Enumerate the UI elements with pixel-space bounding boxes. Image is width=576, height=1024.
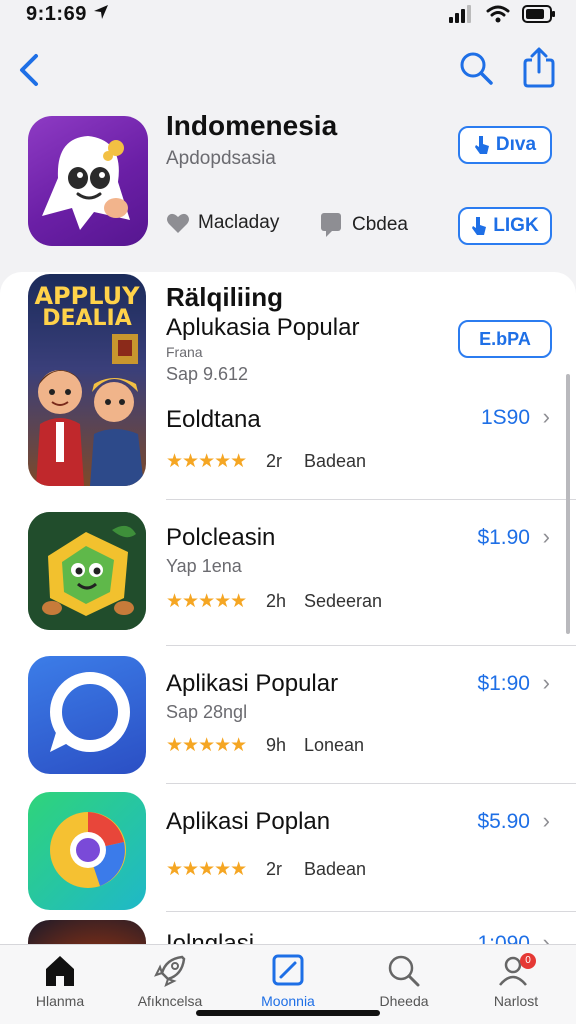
rating-count: 2r — [266, 859, 283, 879]
chevron-right-icon[interactable]: › — [543, 404, 550, 430]
featured-secondary-title: Eoldtana — [166, 406, 261, 433]
battery-icon — [522, 5, 555, 23]
tab-home-label: Hlanma — [35, 993, 85, 1009]
star-rating: ★★★★★ — [166, 735, 247, 756]
heart-icon — [167, 213, 189, 233]
back-chevron-icon[interactable] — [14, 50, 44, 90]
hand-pointer-icon — [472, 217, 487, 235]
app-thumbnail-chat — [28, 656, 146, 774]
hand-pointer-icon — [474, 136, 489, 154]
location-arrow-icon — [94, 5, 108, 19]
search-icon[interactable] — [458, 50, 494, 86]
app-list: APPLUY DEALIA Rälqiliing Aplukasia Popul… — [0, 272, 576, 952]
cartoon-characters-icon — [36, 334, 144, 486]
item-title: Polcleasin — [166, 524, 276, 551]
apps-icon — [272, 954, 304, 986]
featured-size: Sap 9.612 — [166, 364, 249, 384]
rating-label: Badean — [304, 451, 367, 471]
tab-profile[interactable]: 0 Narlost — [466, 953, 566, 1009]
featured-price[interactable]: 1S90 — [481, 406, 530, 430]
star-rating: ★★★★★ — [166, 859, 247, 880]
list-item[interactable]: Polcleasin Yap 1ena $1.90 › ★★★★★ 2h Sed… — [0, 500, 576, 646]
notification-badge: 0 — [520, 953, 536, 969]
item-subtitle: Sap 28ngl — [166, 702, 248, 722]
meta-comments-label: Cbdea — [352, 214, 408, 235]
item-subtitle: Yap 1ena — [166, 556, 242, 576]
chevron-right-icon[interactable]: › — [543, 524, 550, 550]
featured-subtitle: Aplukasia Popular — [166, 314, 360, 341]
scrollbar[interactable] — [566, 374, 570, 634]
item-title: Aplikasi Poplan — [166, 808, 331, 835]
rating-count: 2h — [266, 591, 287, 611]
rating-count: 2r — [266, 451, 283, 471]
list-item[interactable]: Aplikasi Poplan $5.90 › ★★★★★ 2r Badean — [0, 784, 576, 912]
rating-label: Sedeeran — [304, 591, 383, 611]
app-thumbnail-leaf — [28, 512, 146, 630]
chevron-right-icon[interactable]: › — [543, 670, 550, 696]
list-item[interactable]: Aplikasi Popular Sap 28ngl $1:90 › ★★★★★… — [0, 646, 576, 784]
status-indicators — [448, 5, 556, 23]
app-title: Indomenesia — [166, 110, 338, 141]
chat-bubble-icon — [50, 672, 130, 752]
star-rating: ★★★★★ — [166, 591, 247, 612]
item-price[interactable]: $1:90 — [477, 672, 530, 696]
item-price[interactable]: $1.90 — [477, 526, 530, 550]
rating-count: 9h — [266, 735, 287, 755]
app-thumbnail-swirl — [28, 792, 146, 910]
status-bar: 9:1:69 — [0, 0, 576, 34]
rating-label: Badean — [304, 859, 367, 879]
home-indicator[interactable] — [196, 1010, 380, 1016]
share-icon[interactable] — [522, 46, 556, 88]
tab-profile-label: Narlost — [493, 993, 539, 1009]
meta-comments[interactable]: Cbdea — [320, 212, 408, 238]
tab-rocket-label: Afıkncelsa — [137, 993, 203, 1009]
featured-title: Rälqiliing — [166, 282, 283, 312]
tab-home[interactable]: Hlanma — [10, 953, 110, 1009]
search-icon — [388, 955, 420, 987]
color-swirl-icon — [50, 812, 126, 888]
secondary-action-button[interactable]: LIGK — [458, 207, 552, 245]
meta-likes[interactable]: Macladay — [166, 212, 279, 234]
home-icon — [46, 956, 74, 986]
featured-small-line: Frana — [166, 344, 203, 360]
tab-rocket[interactable]: Afıkncelsa — [120, 953, 220, 1009]
item-title: Aplikasi Popular — [166, 670, 339, 697]
ghost-mascot-icon — [42, 136, 130, 230]
item-price[interactable]: $5.90 — [477, 810, 530, 834]
meta-likes-label: Macladay — [198, 212, 280, 233]
primary-action-button[interactable]: Dıva — [458, 126, 552, 164]
primary-action-label: Dıva — [495, 134, 537, 155]
tab-search[interactable]: Dheeda — [354, 953, 454, 1009]
leaf-mascot-icon — [28, 512, 146, 630]
tab-apps-label: Moonnia — [261, 993, 315, 1009]
rating-label: Lonean — [304, 735, 365, 755]
chevron-right-icon[interactable]: › — [543, 808, 550, 834]
star-rating: ★★★★★ — [166, 451, 247, 472]
list-item-featured[interactable]: APPLUY DEALIA Rälqiliing Aplukasia Popul… — [0, 272, 576, 500]
app-icon-ghost — [28, 116, 148, 246]
featured-get-button[interactable]: E.bPA — [458, 320, 552, 358]
comment-icon — [321, 213, 341, 237]
tab-search-label: Dheeda — [379, 993, 429, 1009]
wifi-icon — [486, 5, 510, 23]
tab-apps[interactable]: Moonnia — [238, 953, 338, 1009]
signal-icon — [449, 5, 471, 23]
app-subtitle: Apdopdsasia — [166, 148, 276, 169]
secondary-action-label: LIGK — [493, 215, 539, 236]
status-time: 9:1:69 — [26, 3, 87, 25]
rocket-icon — [154, 955, 186, 987]
featured-app-thumbnail: APPLUY DEALIA — [28, 274, 146, 486]
